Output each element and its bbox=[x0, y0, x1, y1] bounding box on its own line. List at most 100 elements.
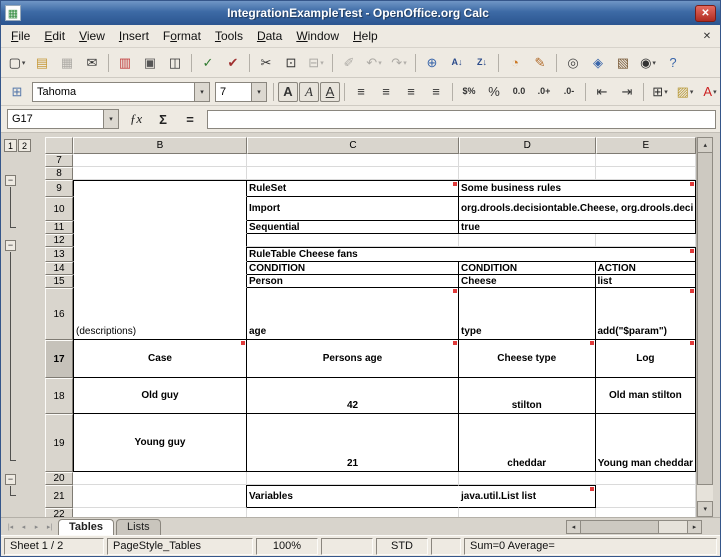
font-size-combo[interactable]: 7 ▾ bbox=[215, 82, 267, 102]
window-close-button[interactable]: ✕ bbox=[695, 5, 716, 22]
cell-B7[interactable] bbox=[73, 154, 247, 167]
number-currency-button[interactable]: $% bbox=[457, 81, 481, 103]
row-header-19[interactable]: 19 bbox=[45, 414, 73, 472]
row-header-8[interactable]: 8 bbox=[45, 167, 73, 180]
borders-button[interactable]: ⊞▾ bbox=[648, 81, 672, 103]
formula-input[interactable] bbox=[207, 110, 716, 129]
cell-E20[interactable] bbox=[596, 472, 697, 485]
row-header-17[interactable]: 17 bbox=[45, 340, 73, 378]
menu-help[interactable]: Help bbox=[346, 26, 385, 46]
column-header-D[interactable]: D bbox=[459, 137, 596, 154]
page-preview-button[interactable]: ◫ bbox=[163, 52, 187, 74]
first-sheet-button[interactable]: |◂ bbox=[4, 520, 17, 533]
status-modified[interactable] bbox=[431, 538, 461, 555]
font-size-dropdown[interactable]: ▾ bbox=[251, 83, 266, 101]
cell-B12[interactable] bbox=[73, 234, 247, 247]
cell-D15[interactable]: Cheese bbox=[459, 275, 596, 288]
cell-C7[interactable] bbox=[247, 154, 459, 167]
cell-E15[interactable]: list bbox=[596, 275, 697, 288]
close-document-button[interactable]: ✕ bbox=[699, 28, 715, 44]
outline-level-button-1[interactable]: 1 bbox=[4, 139, 17, 152]
sheet-tab-lists[interactable]: Lists bbox=[116, 519, 161, 535]
cell-B19[interactable]: Young guy bbox=[73, 414, 247, 472]
cell-D9[interactable]: Some business rules bbox=[459, 180, 696, 197]
column-header-E[interactable]: E bbox=[596, 137, 697, 154]
function-button[interactable]: = bbox=[178, 109, 202, 129]
zoom-button[interactable]: ◉▾ bbox=[636, 52, 660, 74]
styles-button[interactable]: ⊞ bbox=[5, 81, 29, 103]
name-box-dropdown[interactable]: ▾ bbox=[103, 110, 118, 128]
row-header-11[interactable]: 11 bbox=[45, 221, 73, 234]
function-wizard-button[interactable]: ƒx bbox=[124, 109, 148, 129]
menu-tools[interactable]: Tools bbox=[208, 26, 250, 46]
cell-E16[interactable]: add("$param") bbox=[596, 288, 697, 340]
align-justify-button[interactable]: ≡ bbox=[424, 81, 448, 103]
cell-D11[interactable]: true bbox=[459, 221, 696, 234]
increase-indent-button[interactable]: ⇥ bbox=[615, 81, 639, 103]
cell-D10[interactable]: org.drools.decisiontable.Cheese, org.dro… bbox=[459, 197, 696, 221]
align-right-button[interactable]: ≡ bbox=[399, 81, 423, 103]
cell-D20[interactable] bbox=[459, 472, 596, 485]
background-color-button[interactable]: ▨▾ bbox=[673, 81, 697, 103]
sum-button[interactable]: Σ bbox=[151, 109, 175, 129]
row-header-12[interactable]: 12 bbox=[45, 234, 73, 247]
new-document-button[interactable]: ▢▾ bbox=[5, 52, 29, 74]
underline-button[interactable]: A bbox=[320, 82, 340, 102]
row-header-10[interactable]: 10 bbox=[45, 197, 73, 221]
cell-C22[interactable] bbox=[247, 508, 459, 517]
row-header-13[interactable]: 13 bbox=[45, 247, 73, 262]
sort-descending-button[interactable]: Z↓ bbox=[470, 52, 494, 74]
menu-edit[interactable]: Edit bbox=[37, 26, 72, 46]
cell-B13[interactable] bbox=[73, 247, 247, 262]
outline-level-button-2[interactable]: 2 bbox=[18, 139, 31, 152]
cell-B8[interactable] bbox=[73, 167, 247, 180]
print-button[interactable]: ▣ bbox=[138, 52, 162, 74]
column-header-B[interactable]: B bbox=[73, 137, 247, 154]
cell-B14[interactable] bbox=[73, 262, 247, 275]
name-box[interactable]: G17 ▾ bbox=[7, 109, 119, 129]
copy-button[interactable]: ⊡ bbox=[279, 52, 303, 74]
row-header-16[interactable]: 16 bbox=[45, 288, 73, 340]
cell-B9[interactable] bbox=[73, 180, 247, 197]
cell-C20[interactable] bbox=[247, 472, 459, 485]
row-header-9[interactable]: 9 bbox=[45, 180, 73, 197]
cell-D12[interactable] bbox=[459, 234, 596, 247]
cell-B10[interactable] bbox=[73, 197, 247, 221]
menu-data[interactable]: Data bbox=[250, 26, 289, 46]
scroll-left-button[interactable]: ◂ bbox=[566, 520, 581, 534]
cell-B21[interactable] bbox=[73, 485, 247, 508]
spellcheck-button[interactable]: ✓ bbox=[196, 52, 220, 74]
cell-E8[interactable] bbox=[596, 167, 697, 180]
align-center-button[interactable]: ≡ bbox=[374, 81, 398, 103]
outline-collapse-button-row9[interactable]: − bbox=[5, 175, 16, 186]
scroll-down-button[interactable]: ▾ bbox=[697, 501, 713, 517]
cut-button[interactable]: ✂ bbox=[254, 52, 278, 74]
cell-C9[interactable]: RuleSet bbox=[247, 180, 459, 197]
menu-view[interactable]: View bbox=[72, 26, 112, 46]
font-color-button[interactable]: A▾ bbox=[698, 81, 721, 103]
scroll-right-button[interactable]: ▸ bbox=[687, 520, 702, 534]
cell-E14[interactable]: ACTION bbox=[596, 262, 697, 275]
next-sheet-button[interactable]: ▸ bbox=[30, 520, 43, 533]
bold-button[interactable]: A bbox=[278, 82, 298, 102]
row-header-20[interactable]: 20 bbox=[45, 472, 73, 485]
cell-B16[interactable]: (descriptions) bbox=[73, 288, 247, 340]
cell-E19[interactable]: Young man cheddar bbox=[596, 414, 697, 472]
cell-D19[interactable]: cheddar bbox=[459, 414, 596, 472]
cell-D7[interactable] bbox=[459, 154, 596, 167]
add-decimal-button[interactable]: .0+ bbox=[532, 81, 556, 103]
row-header-18[interactable]: 18 bbox=[45, 378, 73, 414]
cell-E17[interactable]: Log bbox=[596, 340, 697, 378]
horizontal-scroll-track[interactable] bbox=[659, 520, 687, 534]
row-header-21[interactable]: 21 bbox=[45, 485, 73, 508]
grid-corner[interactable] bbox=[45, 137, 73, 154]
number-percent-button[interactable]: % bbox=[482, 81, 506, 103]
cell-C11[interactable]: Sequential bbox=[247, 221, 459, 234]
cell-D16[interactable]: type bbox=[459, 288, 596, 340]
cell-E18[interactable]: Old man stilton bbox=[596, 378, 697, 414]
cell-C21[interactable]: Variables bbox=[247, 485, 459, 508]
cell-D18[interactable]: stilton bbox=[459, 378, 596, 414]
export-pdf-button[interactable]: ▥ bbox=[113, 52, 137, 74]
cell-D14[interactable]: CONDITION bbox=[459, 262, 596, 275]
outline-collapse-button-row21[interactable]: − bbox=[5, 474, 16, 485]
